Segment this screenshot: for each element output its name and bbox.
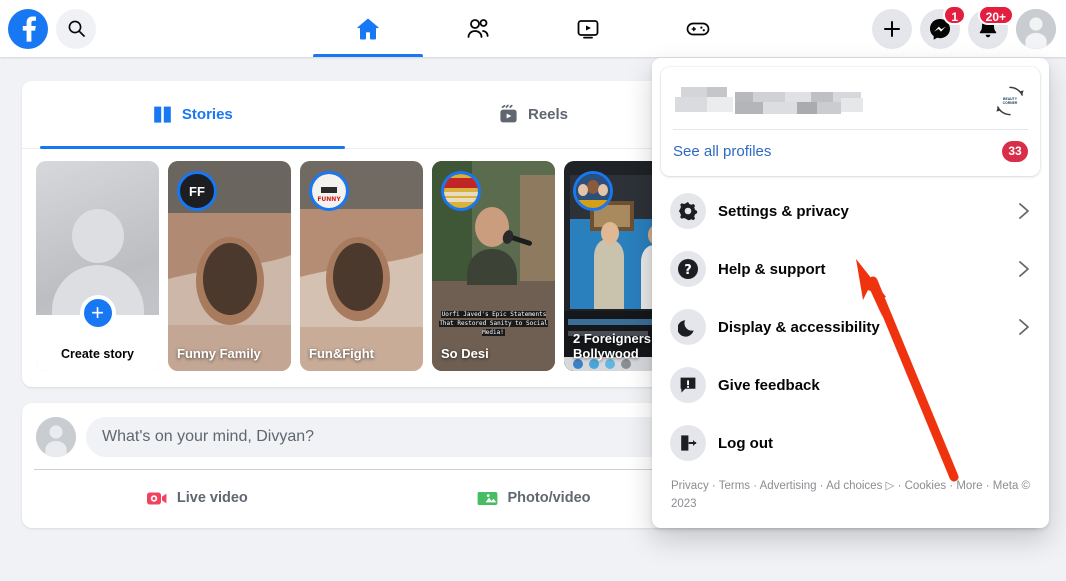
live-video-icon [146, 492, 167, 504]
story-card-fun-and-fight[interactable]: FUNNY Fun&Fight [300, 161, 423, 371]
see-all-profiles-row[interactable]: See all profiles 33 [673, 130, 1028, 172]
notifications-badge: 20+ [977, 4, 1014, 25]
topbar-center-tabs [313, 0, 753, 57]
gamepad-icon [686, 22, 710, 35]
plus-icon[interactable]: + [79, 295, 116, 331]
notifications-button[interactable]: 20+ [968, 4, 1014, 49]
book-icon [154, 106, 171, 123]
story-card-so-desi[interactable]: Uorfi Javed's Epic Statements That Resto… [432, 161, 555, 371]
logout-icon [670, 425, 706, 461]
avatar-icon [1016, 8, 1056, 49]
story-caption: Uorfi Javed's Epic Statements That Resto… [438, 310, 549, 337]
svg-text:FUNNY: FUNNY [317, 196, 341, 203]
menu-item-settings-privacy-label: Settings & privacy [718, 202, 849, 220]
menu-item-log-out[interactable]: Log out [661, 414, 1040, 472]
menu-item-settings-privacy[interactable]: Settings & privacy [661, 182, 1040, 240]
story-avatar-image [576, 174, 610, 208]
switch-profile-badge-text: BEAUTY CORNER [998, 89, 1022, 113]
composer-avatar[interactable] [36, 417, 76, 457]
composer-photo-video-button[interactable]: Photo/video [365, 478, 702, 518]
story-author-name: So Desi [441, 346, 489, 362]
create-story-footer: + Create story [36, 295, 159, 371]
story-card-funny-family[interactable]: FF Funny Family [168, 161, 291, 371]
nav-tab-friends[interactable] [423, 0, 533, 57]
facebook-logo-icon[interactable] [8, 8, 48, 49]
nav-tab-watch[interactable] [533, 0, 643, 57]
dropdown-menu-list: Settings & privacy ? Help & support Disp… [661, 176, 1040, 472]
create-story-card[interactable]: + Create story [36, 161, 159, 371]
search-button[interactable] [56, 8, 96, 49]
avatar-icon [36, 417, 76, 457]
nav-tab-gaming[interactable] [643, 0, 753, 57]
story-avatar-initials: FF [189, 183, 205, 199]
reels-icon [500, 104, 517, 123]
messenger-badge: 1 [943, 4, 966, 25]
story-avatar-image: FUNNY [312, 174, 346, 208]
story-avatar-ring: FF [177, 171, 217, 211]
menu-item-help-support[interactable]: ? Help & support [661, 240, 1040, 298]
story-author-name: Fun&Fight [309, 346, 374, 362]
feedback-exclamation-icon [670, 367, 706, 403]
search-icon [68, 20, 85, 37]
top-navigation-bar: 1 20+ [0, 0, 1066, 57]
tab-stories-label: Stories [181, 106, 233, 123]
account-avatar-button[interactable] [1016, 8, 1056, 49]
see-all-profiles-label: See all profiles [673, 142, 772, 160]
home-icon [357, 18, 379, 39]
svg-text:?: ? [684, 263, 692, 278]
story-avatar-ring [573, 171, 613, 211]
chevron-right-icon [1019, 261, 1029, 277]
menu-item-display-accessibility[interactable]: Display & accessibility [661, 298, 1040, 356]
video-play-icon [577, 19, 599, 39]
chevron-right-icon [1019, 319, 1029, 335]
topbar-right-actions: 1 20+ [872, 0, 1056, 57]
menu-item-give-feedback[interactable]: Give feedback [661, 356, 1040, 414]
composer-placeholder: What's on your mind, Divyan? [102, 428, 315, 445]
profile-row[interactable]: BEAUTY CORNER [673, 77, 1028, 125]
messenger-button[interactable]: 1 [920, 4, 966, 49]
topbar-left-group [0, 8, 300, 49]
profile-summary-card[interactable]: BEAUTY CORNER See all profiles 33 [661, 67, 1040, 176]
story-avatar-ring: FUNNY [309, 171, 349, 211]
account-dropdown-menu: BEAUTY CORNER See all profiles 33 Settin… [652, 58, 1049, 528]
create-button[interactable] [872, 8, 912, 49]
menu-item-give-feedback-label: Give feedback [718, 376, 820, 394]
menu-item-display-accessibility-label: Display & accessibility [718, 318, 880, 336]
gear-icon [670, 193, 706, 229]
chevron-right-icon [1019, 203, 1029, 219]
photo-video-icon [477, 491, 497, 505]
profile-name-masked [673, 84, 982, 118]
moon-icon [670, 309, 706, 345]
nav-tab-home[interactable] [313, 0, 423, 57]
create-story-label: Create story [61, 347, 134, 361]
friends-icon [467, 18, 489, 38]
story-avatar-ring [441, 171, 481, 211]
dropdown-footer-links[interactable]: Privacy · Terms · Advertising · Ad choic… [661, 472, 1040, 524]
see-all-profiles-badge: 33 [1002, 140, 1028, 162]
facebook-app-window: 1 20+ Stories Reels + Create story FF Fu… [0, 0, 1066, 581]
menu-item-log-out-label: Log out [718, 434, 773, 452]
composer-live-video-button[interactable]: Live video [28, 478, 365, 518]
tab-stories[interactable]: Stories [22, 81, 363, 149]
tab-reels-label: Reels [527, 106, 569, 123]
composer-photo-video-label: Photo/video [507, 490, 591, 506]
story-avatar-image [444, 174, 478, 208]
story-caption-text: Uorfi Javed's Epic Statements That Resto… [439, 311, 548, 336]
story-author-name: Funny Family [177, 346, 261, 362]
question-mark-icon: ? [670, 251, 706, 287]
plus-icon [884, 20, 900, 37]
switch-profile-icon[interactable]: BEAUTY CORNER [992, 83, 1028, 119]
menu-item-help-support-label: Help & support [718, 260, 826, 278]
composer-live-video-label: Live video [176, 490, 248, 506]
